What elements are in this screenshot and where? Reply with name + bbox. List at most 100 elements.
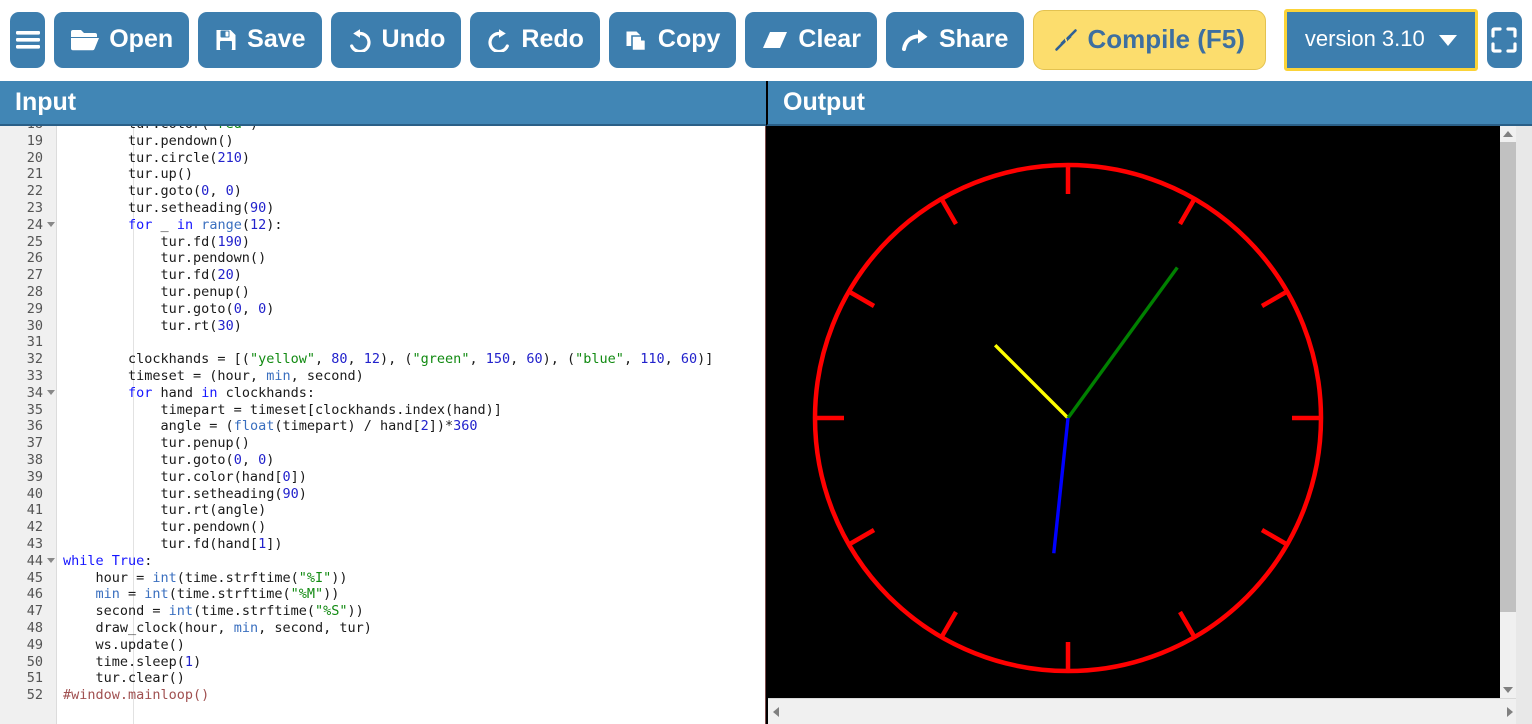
code-token: tur.color(hand[ <box>63 468 283 485</box>
code-token: ) <box>266 300 275 317</box>
code-token: 360 <box>453 418 478 435</box>
turtle-canvas[interactable] <box>768 126 1502 698</box>
open-button-label: Open <box>109 24 174 53</box>
compress-icon <box>1054 28 1078 52</box>
code-token: )) <box>347 603 364 620</box>
menu-button[interactable] <box>10 12 46 68</box>
compile-button[interactable]: Compile (F5) <box>1033 10 1266 70</box>
code-token: tur.goto( <box>63 300 234 317</box>
line-number: 44 <box>0 553 57 570</box>
code-content[interactable]: tur.color("red") tur.pendown() tur.circl… <box>57 126 745 724</box>
clear-button[interactable]: Clear <box>745 12 877 68</box>
code-token: 12 <box>250 216 267 233</box>
code-token: tur.fd(hand[ <box>63 536 259 552</box>
code-token: draw_clock(hour, <box>63 620 234 636</box>
code-token: min <box>95 586 120 603</box>
fold-triangle-icon[interactable] <box>47 221 55 227</box>
code-line: tur.fd(190) <box>57 234 250 251</box>
code-token: 1 <box>184 653 194 670</box>
code-editor[interactable]: 1819202122232425262728293031323334353637… <box>0 126 766 724</box>
code-token: while <box>63 552 104 569</box>
compile-button-label: Compile (F5) <box>1087 24 1245 54</box>
undo-button[interactable]: Undo <box>330 12 462 68</box>
fullscreen-button[interactable] <box>1486 12 1522 68</box>
code-token: time.sleep( <box>63 653 185 670</box>
code-token: clockhands: <box>217 384 316 401</box>
code-token: 0 <box>282 468 291 485</box>
code-token: ])* <box>428 418 454 435</box>
output-scrollbar-thumb[interactable] <box>1500 142 1516 612</box>
line-number: 50 <box>26 653 43 670</box>
save-button[interactable]: Save <box>198 12 322 68</box>
output-horizontal-scrollbar[interactable] <box>768 698 1518 724</box>
line-number: 45 <box>26 569 43 586</box>
copy-pages-icon <box>625 28 649 53</box>
code-token: 60 <box>526 351 543 368</box>
output-scroll-down-button[interactable] <box>1500 682 1516 698</box>
line-number: 37 <box>26 435 43 452</box>
code-token: tur.pendown() <box>63 250 267 267</box>
code-token: , <box>314 351 332 368</box>
code-token: ) <box>233 267 242 284</box>
code-token: True <box>111 552 145 569</box>
share-button[interactable]: Share <box>885 12 1025 68</box>
code-token: tur.penup() <box>63 284 250 300</box>
code-token: 0 <box>225 183 234 200</box>
triangle-down-icon <box>1503 687 1513 693</box>
code-token: min <box>266 368 291 384</box>
code-token: "blue" <box>575 351 624 368</box>
version-select[interactable]: version 3.10 <box>1286 12 1475 68</box>
line-number: 24 <box>0 217 57 234</box>
clock-tick-mark <box>847 289 876 308</box>
output-vertical-scrollbar[interactable] <box>1500 126 1516 698</box>
code-line: tur.color("red") <box>57 126 258 133</box>
code-token: , second, tur) <box>258 620 372 636</box>
fold-triangle-icon[interactable] <box>47 557 55 563</box>
triangle-right-icon[interactable] <box>1507 706 1513 717</box>
output-scroll-up-button[interactable] <box>1500 126 1516 142</box>
code-line: min = int(time.strftime("%M")) <box>57 586 340 603</box>
line-number: 43 <box>26 536 43 552</box>
second-hand <box>1052 417 1070 554</box>
output-panel-title: Output <box>766 81 1532 126</box>
line-number: 38 <box>26 452 43 468</box>
line-number: 29 <box>26 300 43 317</box>
code-token: tur.rt(angle) <box>63 502 267 519</box>
code-token: 0 <box>233 300 242 317</box>
chevron-down-icon <box>1438 34 1457 46</box>
copy-button[interactable]: Copy <box>608 12 737 68</box>
code-token: : <box>144 552 153 569</box>
floppy-disk-icon <box>214 28 238 52</box>
fold-triangle-icon[interactable] <box>47 389 55 395</box>
line-number: 28 <box>26 284 43 300</box>
code-token: ) <box>266 200 275 216</box>
code-token: ws.update() <box>63 636 185 653</box>
code-token: tur.goto( <box>63 452 234 468</box>
code-token: 80 <box>331 351 348 368</box>
line-number: 32 <box>26 351 43 368</box>
code-line: tur.pendown() <box>57 519 267 536</box>
redo-button[interactable]: Redo <box>470 12 600 68</box>
code-token: angle = ( <box>63 418 234 435</box>
clock-tick-mark <box>1260 289 1289 308</box>
main-toolbar: Open Save Undo Redo Copy Clear Share Com… <box>0 0 1532 80</box>
share-arrow-icon <box>901 28 930 52</box>
code-token: hour = <box>63 569 153 586</box>
clear-button-label: Clear <box>798 24 861 53</box>
code-token: 1 <box>258 536 267 552</box>
code-token: "%M" <box>290 586 324 603</box>
code-line: tur.setheading(90) <box>57 200 274 217</box>
open-button[interactable]: Open <box>54 12 190 68</box>
undo-button-label: Undo <box>381 24 446 53</box>
clock-tick-mark <box>1178 197 1197 226</box>
code-token: in <box>201 384 218 401</box>
triangle-left-icon[interactable] <box>773 706 779 717</box>
code-line: tur.rt(30) <box>57 318 242 335</box>
triangle-up-icon <box>1503 131 1513 137</box>
save-button-label: Save <box>247 24 306 53</box>
code-token: int <box>152 569 177 586</box>
code-token: ): <box>266 216 283 233</box>
